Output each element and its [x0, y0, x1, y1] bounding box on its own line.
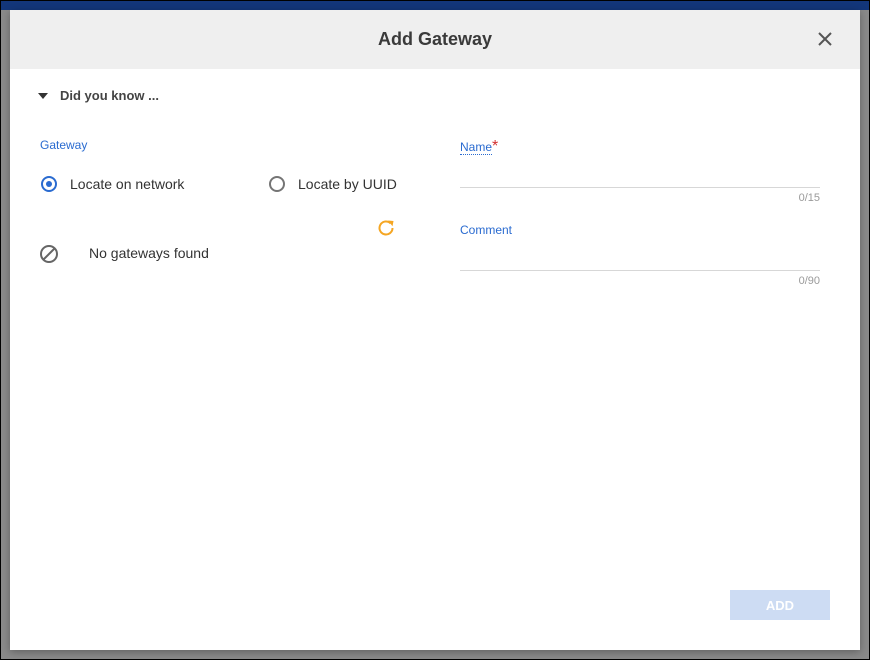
block-icon [38, 243, 60, 265]
name-char-counter: 0/15 [798, 192, 820, 204]
radio-button-unchecked[interactable] [269, 176, 285, 192]
close-icon[interactable] [814, 28, 836, 50]
required-asterisk: * [492, 138, 499, 155]
did-you-know-label: Did you know ... [60, 88, 159, 103]
name-input[interactable] [460, 156, 820, 188]
comment-char-counter: 0/90 [798, 275, 820, 287]
radio-label-network: Locate on network [70, 176, 185, 192]
radio-label-uuid: Locate by UUID [298, 176, 397, 192]
no-gateways-message: No gateways found [89, 245, 209, 261]
radio-locate-by-uuid[interactable]: Locate by UUID [269, 176, 397, 192]
name-label: Name [460, 140, 493, 155]
radio-locate-on-network[interactable]: Locate on network [41, 176, 184, 192]
name-field: Name* 0/15 [460, 138, 820, 204]
caret-down-icon [38, 92, 48, 99]
add-button[interactable]: ADD [730, 590, 830, 620]
dialog-title: Add Gateway [377, 29, 493, 49]
gateway-section-label: Gateway [40, 138, 88, 152]
app-top-bar [0, 0, 870, 10]
radio-button-checked[interactable] [41, 176, 57, 192]
refresh-icon[interactable] [375, 217, 397, 239]
comment-input[interactable] [460, 239, 820, 271]
add-gateway-dialog: Add Gateway Did you know ... Gateway Loc… [10, 10, 860, 650]
comment-label: Comment [460, 223, 513, 237]
comment-field: Comment 0/90 [460, 221, 820, 287]
dialog-header: Add Gateway [10, 10, 860, 69]
did-you-know-toggle[interactable]: Did you know ... [38, 88, 159, 103]
